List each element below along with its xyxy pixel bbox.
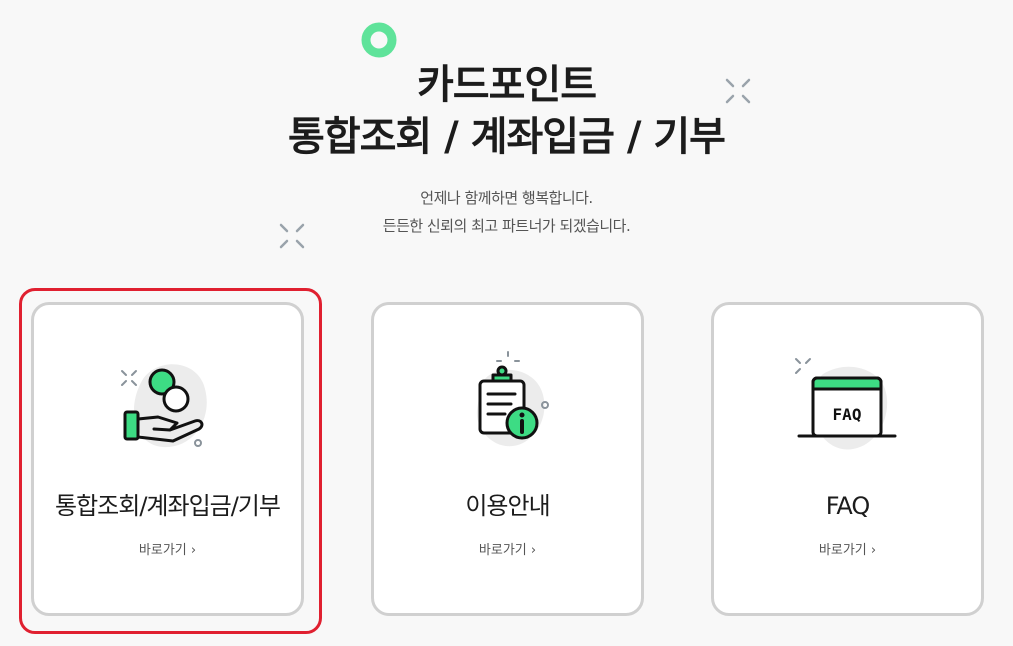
card-faq[interactable]: FAQ FAQ 바로가기 › <box>711 302 984 616</box>
faq-window-icon: FAQ <box>794 358 896 450</box>
card-link[interactable]: 바로가기 › <box>714 541 981 561</box>
faq-icon-text: FAQ <box>832 405 861 424</box>
card-label: 이용안내 <box>465 492 550 520</box>
clipboard-info-icon <box>476 351 549 447</box>
card-integrated-inquiry[interactable]: 통합조회/계좌입금/기부 바로가기 › <box>31 302 304 616</box>
card-usage-guide[interactable]: 이용안내 바로가기 › <box>371 302 644 616</box>
page-title-line1: 카드포인트 <box>417 62 597 108</box>
card-label: FAQ <box>825 492 871 520</box>
card-link[interactable]: 바로가기 › <box>34 541 301 561</box>
page-title-line2: 통합조회 / 계좌입금 / 기부 <box>288 114 726 160</box>
hand-coins-icon <box>120 364 207 448</box>
green-ring-icon <box>361 22 397 58</box>
card-label: 통합조회/계좌입금/기부 <box>55 492 281 520</box>
subtitle-line1: 언제나 함께하면 행복합니다. <box>420 189 593 207</box>
subtitle-line2: 든든한 신뢰의 최고 파트너가 되겠습니다. <box>382 217 631 235</box>
card-link[interactable]: 바로가기 › <box>374 541 641 561</box>
